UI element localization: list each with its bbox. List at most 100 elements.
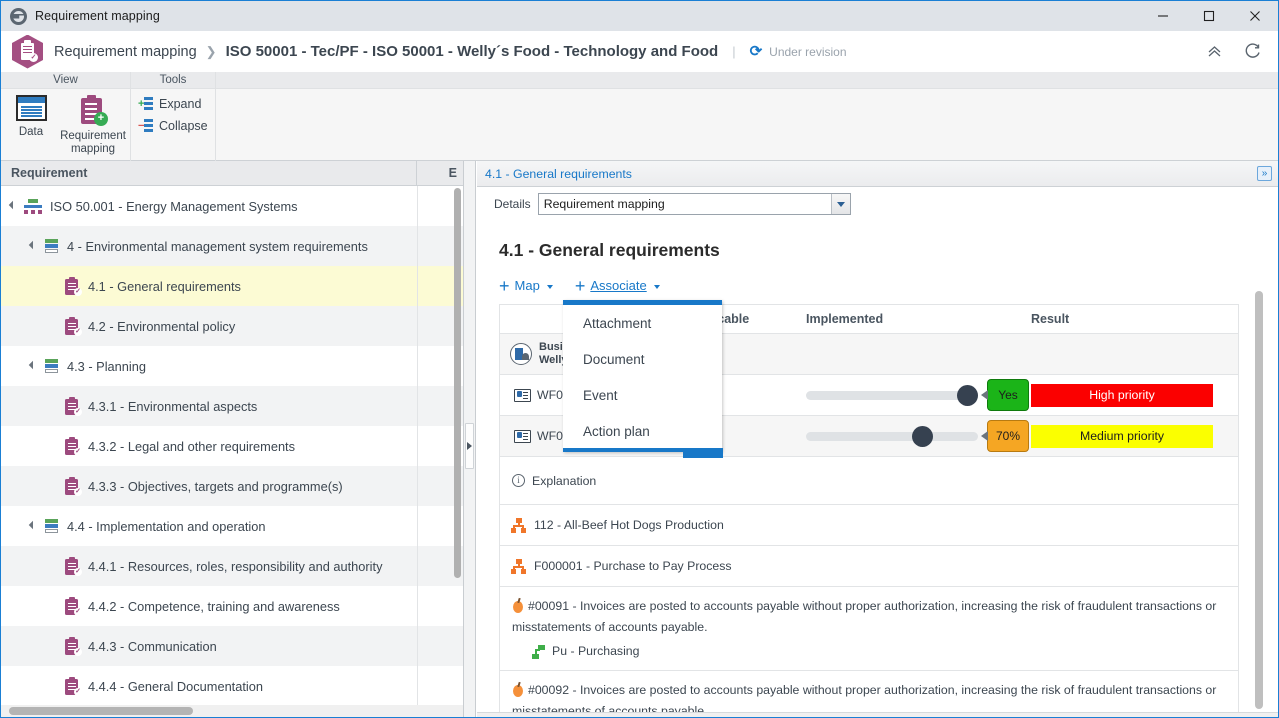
structure-label[interactable]: Pu - Purchasing <box>552 641 640 662</box>
tree-row-label: 4.3.3 - Objectives, targets and programm… <box>88 478 343 494</box>
tree-expander-placeholder <box>51 401 61 411</box>
associate-menu-item[interactable]: Document <box>563 341 722 377</box>
requirement-icon: ✓ <box>65 317 82 336</box>
risk-label[interactable]: #00091 - Invoices are posted to accounts… <box>512 599 1216 634</box>
splitter-handle[interactable] <box>465 423 474 469</box>
tree-row-label: 4.3 - Planning <box>67 358 146 374</box>
requirement-icon: ✓ <box>65 437 82 456</box>
tree-expander-icon[interactable] <box>29 241 39 251</box>
data-grid-icon <box>15 95 47 121</box>
data-button-label: Data <box>18 126 44 138</box>
tree-expander-placeholder <box>51 601 61 611</box>
menu-tail-decoration <box>683 448 723 458</box>
detail-bottom-scrollbar[interactable] <box>477 712 1278 717</box>
group-icon <box>43 238 60 254</box>
details-select[interactable]: Requirement mapping <box>537 193 851 215</box>
plus-icon: + <box>574 275 586 296</box>
chevron-double-right-icon[interactable]: » <box>1257 166 1272 181</box>
tree-row[interactable]: ✓ 4.3.1 - Environmental aspects <box>1 386 463 426</box>
requirement-icon: ✓ <box>65 477 82 496</box>
col-header-result: Result <box>1031 312 1070 326</box>
minimize-button[interactable] <box>1140 1 1186 31</box>
tree-expander-placeholder <box>51 321 61 331</box>
implemented-slider[interactable] <box>806 384 978 406</box>
tree-row[interactable]: ✓ 4.4.3 - Communication <box>1 626 463 666</box>
tree-expander-icon[interactable] <box>9 201 19 211</box>
tree-row[interactable]: ✓ 4.4.2 - Competence, training and awaren… <box>1 586 463 626</box>
associate-menu-item[interactable]: Event <box>563 377 722 413</box>
tree-column-divider <box>417 226 418 266</box>
tree-row-label: ISO 50.001 - Energy Management Systems <box>50 198 298 214</box>
slider-knob[interactable] <box>957 384 978 406</box>
tree-column-requirement[interactable]: Requirement <box>1 160 417 186</box>
table-row-process: 112 - All-Beef Hot Dogs Production <box>500 505 1238 546</box>
breadcrumb-path: ISO 50001 - Tec/PF - ISO 50001 - Welly´s… <box>225 43 719 60</box>
revision-status: ⟳ Under revision <box>750 44 847 59</box>
tree-column-divider <box>417 466 418 506</box>
panel-splitter[interactable] <box>464 161 476 717</box>
process-label[interactable]: F000001 - Purchase to Pay Process <box>534 559 732 573</box>
process-label[interactable]: 112 - All-Beef Hot Dogs Production <box>534 518 724 532</box>
risk-icon <box>512 598 524 613</box>
maximize-button[interactable] <box>1186 1 1232 31</box>
tree-row[interactable]: ✓ 4.3.2 - Legal and other requirements <box>1 426 463 466</box>
tree-row-label: 4.4.4 - General Documentation <box>88 678 263 694</box>
ribbon-group-tools-label: Tools <box>131 72 215 89</box>
tree-row[interactable]: ✓ 4.4.4 - General Documentation <box>1 666 463 705</box>
chevron-double-up-icon[interactable] <box>1206 43 1223 60</box>
requirement-mapping-button-label: Requirement mapping <box>60 130 126 155</box>
tree-vertical-scrollbar[interactable] <box>453 188 462 578</box>
tree-row[interactable]: ✓ 4.4.1 - Resources, roles, responsibilit… <box>1 546 463 586</box>
slider-knob[interactable] <box>912 425 933 447</box>
tree-row[interactable]: ✓ 4.3.3 - Objectives, targets and program… <box>1 466 463 506</box>
tree-expander-icon[interactable] <box>29 361 39 371</box>
table-row-risk: #00092 - Invoices are posted to accounts… <box>500 671 1238 717</box>
associate-action-button[interactable]: + Associate <box>574 275 660 296</box>
requirement-icon: ✓ <box>65 277 82 296</box>
map-action-button[interactable]: + Map <box>499 275 553 296</box>
tree-horizontal-scrollbar[interactable] <box>1 705 463 717</box>
tree-row[interactable]: 4.4 - Implementation and operation <box>1 506 463 546</box>
tree-row[interactable]: 4 - Environmental management system requ… <box>1 226 463 266</box>
tree-expander-placeholder <box>51 561 61 571</box>
associate-menu-item[interactable]: Action plan <box>563 413 722 449</box>
tree-row[interactable]: ✓ 4.2 - Environmental policy <box>1 306 463 346</box>
header-actions <box>1206 42 1278 61</box>
header-divider: | <box>732 44 736 59</box>
tree-column-divider <box>417 626 418 666</box>
table-row-explanation: i Explanation <box>500 457 1238 505</box>
breadcrumb-root[interactable]: Requirement mapping <box>54 44 197 60</box>
requirement-icon: ✓ <box>65 557 82 576</box>
col-header-implemented: Implemented <box>806 312 884 326</box>
detail-panel-title: 4.1 - General requirements <box>485 166 632 181</box>
tree-row-label: 4.4.1 - Resources, roles, responsibility… <box>88 558 383 574</box>
chevron-down-icon[interactable] <box>830 194 850 214</box>
tree-column-divider <box>417 546 418 586</box>
tree-row[interactable]: ISO 50.001 - Energy Management Systems <box>1 186 463 226</box>
chevron-right-icon: ❯ <box>205 43 217 59</box>
close-button[interactable] <box>1232 1 1278 31</box>
requirement-mapping-button[interactable]: + Requirement mapping <box>57 95 129 156</box>
content-heading: 4.1 - General requirements <box>499 240 720 260</box>
requirement-mapping-badge-icon: ✓ <box>12 34 43 69</box>
tree-row[interactable]: ✓ 4.1 - General requirements <box>1 266 463 306</box>
ribbon-toolbar: View Data + Requirement mapping Tools + <box>1 72 1278 161</box>
implemented-slider[interactable] <box>806 425 978 447</box>
tree-column-divider <box>417 386 418 426</box>
tree-row-label: 4 - Environmental management system requ… <box>67 238 368 254</box>
org-structure-icon <box>532 644 546 659</box>
tree-row[interactable]: 4.3 - Planning <box>1 346 463 386</box>
plus-icon: + <box>499 275 510 296</box>
window-title: Requirement mapping <box>35 9 160 23</box>
detail-vertical-scrollbar[interactable] <box>1255 291 1264 709</box>
tree-column-divider <box>417 266 418 306</box>
tree-expander-icon[interactable] <box>29 521 39 531</box>
tree-column-second[interactable]: E <box>417 161 463 186</box>
expand-button[interactable]: + Expand <box>131 93 208 115</box>
requirement-icon: ✓ <box>65 637 82 656</box>
collapse-button[interactable]: − Collapse <box>131 115 215 137</box>
data-button[interactable]: Data <box>5 95 57 139</box>
process-icon <box>511 558 526 574</box>
associate-menu-item[interactable]: Attachment <box>563 305 722 341</box>
refresh-icon[interactable] <box>1243 42 1262 61</box>
